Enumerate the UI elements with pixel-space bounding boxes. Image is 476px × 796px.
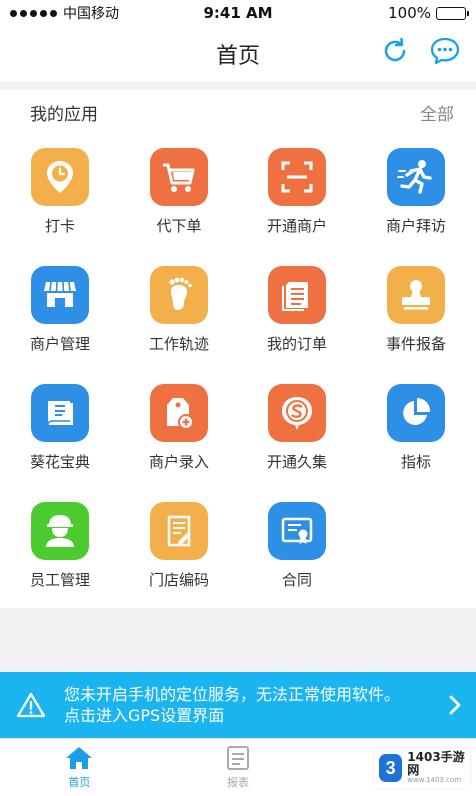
home-icon — [66, 747, 93, 769]
battery-status: 100% — [388, 4, 469, 22]
tab-home[interactable]: 首页 — [0, 739, 159, 796]
app-label: 门店编码 — [148, 571, 209, 589]
app-event-report[interactable]: 事件报备 — [356, 266, 476, 376]
watermark-title: 1403手游网 — [407, 749, 465, 778]
app-place-order[interactable]: 代下单 — [119, 148, 239, 258]
app-label: 商户管理 — [29, 335, 90, 353]
warning-icon — [16, 692, 46, 718]
app-label: 商户拜访 — [385, 217, 446, 235]
tag-add-icon — [150, 384, 208, 442]
banner-message: 您未开启手机的定位服务，无法正常使用软件。 — [64, 685, 401, 704]
banner-action-text: 点击进入GPS设置界面 — [64, 706, 225, 725]
message-button[interactable] — [428, 34, 462, 68]
list-icon — [227, 746, 249, 770]
app-label: 打卡 — [44, 217, 75, 235]
app-label: 事件报备 — [385, 335, 446, 353]
app-indicators[interactable]: 指标 — [356, 384, 476, 494]
site-watermark: 3 1403手游网 www.1403.com — [374, 748, 470, 788]
employee-icon — [31, 502, 89, 560]
app-open-merchant[interactable]: 开通商户 — [237, 148, 357, 258]
cart-icon — [150, 148, 208, 206]
scan-icon — [268, 148, 326, 206]
runner-icon — [387, 148, 445, 206]
nav-bar: 首页 — [0, 26, 476, 82]
app-merchant-management[interactable]: 商户管理 — [0, 266, 120, 376]
signal-icon — [10, 9, 57, 17]
document-icon — [268, 266, 326, 324]
app-label: 工作轨迹 — [148, 335, 209, 353]
footprint-icon — [150, 266, 208, 324]
my-apps-section: 我的应用 全部 打卡 代下单 开通商户 商户拜访 商户管理 工作轨迹 我的订单 … — [0, 90, 476, 608]
app-my-orders[interactable]: 我的订单 — [237, 266, 357, 376]
chevron-right-icon — [449, 695, 461, 715]
app-label: 指标 — [400, 453, 431, 471]
watermark-url: www.1403.com — [407, 776, 462, 785]
s-badge-icon — [268, 384, 326, 442]
page-title: 首页 — [215, 44, 260, 69]
app-handbook[interactable]: 葵花宝典 — [0, 384, 120, 494]
app-store-code[interactable]: 门店编码 — [119, 502, 239, 612]
app-open-jiuji[interactable]: 开通久集 — [237, 384, 357, 494]
app-merchant-visit[interactable]: 商户拜访 — [356, 148, 476, 258]
book-icon — [31, 384, 89, 442]
battery-icon — [436, 6, 469, 20]
app-employee-management[interactable]: 员工管理 — [0, 502, 120, 612]
notepad-icon — [150, 502, 208, 560]
status-bar: 中国移动 9:41 AM 100% — [0, 0, 476, 26]
app-label: 商户录入 — [148, 453, 209, 471]
app-label: 葵花宝典 — [29, 453, 90, 471]
refresh-icon — [384, 37, 406, 62]
gps-warning-banner[interactable]: 您未开启手机的定位服务，无法正常使用软件。 点击进入GPS设置界面 — [0, 672, 476, 738]
clock-icon — [31, 148, 89, 206]
app-contract[interactable]: 合同 — [237, 502, 357, 612]
chat-bubble-icon — [430, 37, 460, 65]
app-label: 员工管理 — [29, 571, 90, 589]
certificate-icon — [268, 502, 326, 560]
app-label: 合同 — [281, 571, 312, 589]
refresh-button[interactable] — [378, 34, 412, 68]
app-grid: 打卡 代下单 开通商户 商户拜访 商户管理 工作轨迹 我的订单 事件报备 葵花宝… — [0, 132, 476, 602]
app-label: 代下单 — [156, 217, 202, 235]
battery-percent: 100% — [388, 4, 431, 22]
section-title: 我的应用 — [30, 104, 98, 125]
app-label: 开通商户 — [266, 217, 327, 235]
app-clock-in[interactable]: 打卡 — [0, 148, 120, 258]
tab-label: 首页 — [68, 776, 91, 789]
store-icon — [31, 266, 89, 324]
tab-label: 报表 — [227, 776, 249, 789]
stamp-icon — [387, 266, 445, 324]
tab-reports[interactable]: 报表 — [159, 739, 318, 796]
all-apps-link[interactable]: 全部 — [420, 100, 454, 125]
app-merchant-entry[interactable]: 商户录入 — [119, 384, 239, 494]
carrier-name: 中国移动 — [63, 6, 119, 22]
watermark-logo: 3 — [379, 754, 403, 782]
app-work-track[interactable]: 工作轨迹 — [119, 266, 239, 376]
pie-chart-icon — [387, 384, 445, 442]
app-label: 我的订单 — [266, 335, 327, 353]
app-label: 开通久集 — [266, 453, 327, 471]
